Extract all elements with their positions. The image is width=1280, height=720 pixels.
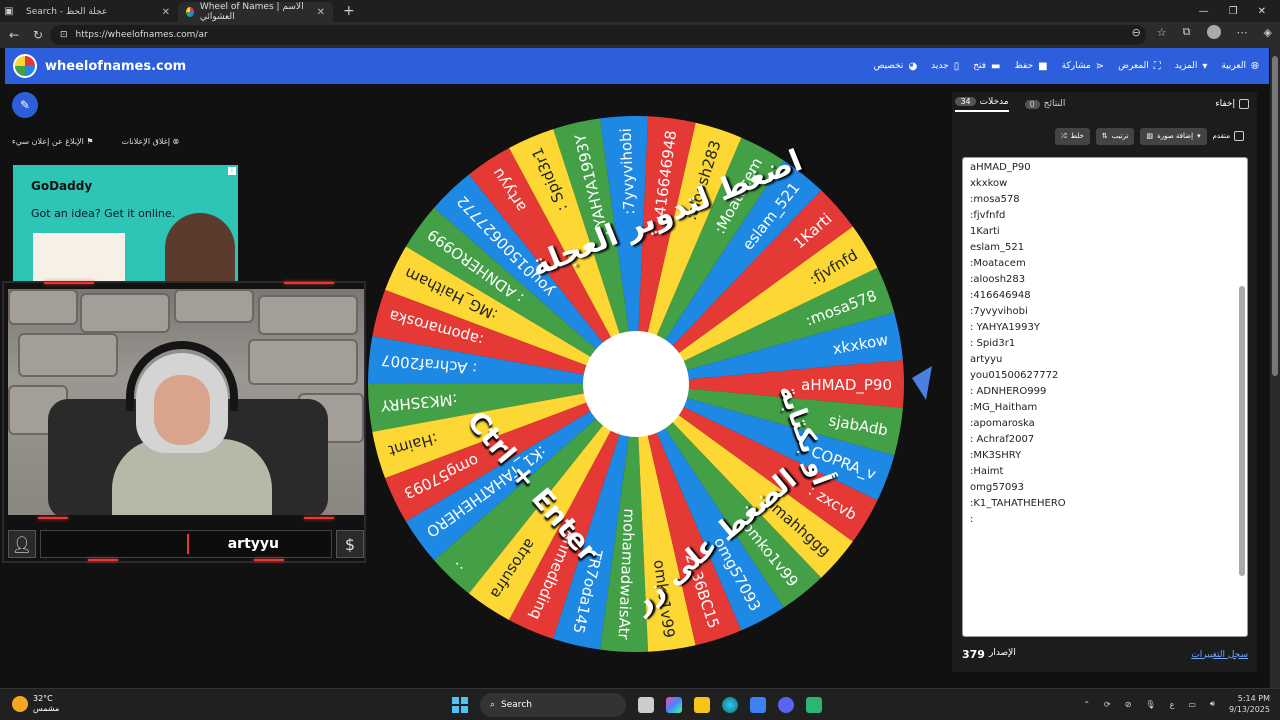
entry-line: :Haimt [970, 466, 1004, 477]
weather-widget[interactable]: 32°C مشمس [12, 694, 59, 714]
entry-line: : Achraf2007 [970, 434, 1035, 445]
version-number: 379 [962, 648, 985, 661]
entry-line: :mosa578 [970, 194, 1020, 205]
wheel-center-hub[interactable] [583, 331, 689, 437]
temperature: 32°C [33, 694, 53, 703]
file-explorer-icon[interactable] [694, 697, 710, 713]
entry-line: artyyu [970, 354, 1003, 365]
shuffle-label: خلط [1070, 132, 1084, 140]
advanced-checkbox[interactable] [1234, 131, 1244, 141]
results-tab-label: النتائج [1043, 99, 1066, 109]
sort-label: ترتيب [1111, 132, 1129, 140]
version-label: الإصدار [988, 648, 1016, 658]
wheel-pointer-icon [912, 366, 932, 400]
store-icon[interactable] [750, 697, 766, 713]
clock-date: 9/13/2025 [1228, 705, 1270, 714]
copilot-app-icon[interactable] [666, 697, 682, 713]
sort-icon: ⇅ [1101, 132, 1108, 140]
hide-checkbox[interactable] [1239, 99, 1249, 109]
entry-line: eslam_521 [970, 242, 1025, 253]
entry-line: omg57093 [970, 482, 1025, 493]
entries-scrollbar-thumb[interactable] [1239, 286, 1245, 576]
advanced-toggle[interactable]: متقدم [1213, 131, 1244, 141]
entry-line: : YAHYA1993Y [970, 322, 1040, 333]
entry-line: : ADNHERO999 [970, 386, 1047, 397]
microphone-icon[interactable]: 🎙︎ [1145, 700, 1155, 709]
weather-text: 32°C مشمس [33, 694, 59, 714]
wheel-slice-label: aHMAD_P90 [801, 376, 892, 395]
taskbar-clock[interactable]: 5:14 PM 9/13/2025 [1229, 693, 1270, 715]
entry-line: :apomaroska [970, 418, 1035, 429]
caret-down-icon: ▾ [1197, 132, 1201, 140]
entries-count-badge: 34 [955, 97, 976, 106]
discord-icon[interactable] [778, 697, 794, 713]
taskbar-search-label: Search [501, 700, 532, 710]
results-count-badge: 0 [1024, 99, 1040, 109]
tab-entries[interactable]: مدخلات 34 [955, 96, 1009, 112]
whatsapp-icon[interactable] [806, 697, 822, 713]
entry-line: :aloosh283 [970, 274, 1026, 285]
keyboard-language[interactable]: ع [1170, 700, 1175, 709]
image-icon: ▨ [1146, 132, 1154, 140]
edge-browser-icon[interactable] [722, 697, 738, 713]
entry-line: :MK3SHRY [970, 450, 1022, 461]
entries-tab-label: مدخلات [979, 96, 1009, 107]
shuffle-icon: ⤮ [1060, 131, 1067, 140]
task-view-icon[interactable] [638, 697, 654, 713]
entry-line: :K1_TAHATHEHERO [970, 498, 1066, 509]
entry-line: aHMAD_P90 [970, 162, 1031, 173]
taskbar-apps: ⌕ Search [452, 693, 822, 717]
display-icon[interactable]: ▭ [1188, 700, 1196, 709]
version-info: الإصدار 379 [962, 648, 1016, 661]
sort-button[interactable]: ترتيب ⇅ [1095, 127, 1135, 145]
entries-panel: إخفاء النتائج 0 مدخلات 34 متقدم ▾ إضافة صور… [952, 92, 1257, 672]
hide-label: إخفاء [1215, 99, 1235, 109]
entries-toolbar: متقدم ▾ إضافة صورة ▨ ترتيب ⇅ خلط ⤮ [964, 127, 1244, 145]
entry-line: you01500627772 [970, 370, 1059, 381]
changelog-link[interactable]: سجل التغييرات [1191, 650, 1248, 660]
search-icon: ⌕ [490, 700, 496, 710]
panel-footer: الإصدار 379 سجل التغييرات [962, 648, 1248, 661]
entry-line: :416646948 [970, 290, 1031, 301]
add-image-button[interactable]: ▾ إضافة صورة ▨ [1140, 127, 1207, 145]
sync-icon[interactable]: ⟳ [1104, 700, 1111, 709]
entries-textarea[interactable]: aHMAD_P90xkxkow :mosa578 :fjvfnfd 1Karti esl… [962, 157, 1248, 637]
sunny-weather-icon [12, 696, 28, 712]
entries-scrollbar[interactable] [1239, 160, 1245, 634]
show-hidden-icons[interactable]: ⌃ [1083, 700, 1090, 709]
advanced-label: متقدم [1212, 132, 1230, 140]
entry-line: :7yvyvihobi [970, 306, 1028, 317]
weather-condition: مشمس [33, 704, 60, 713]
taskbar-search[interactable]: ⌕ Search [480, 693, 626, 717]
panel-tabs: إخفاء النتائج 0 مدخلات 34 [952, 92, 1257, 116]
windows-taskbar: 32°C مشمس ⌕ Search ⌃ ⟳ ⊘ 🎙︎ ع ▭ 🔊︎ 5:14 PM… [0, 688, 1280, 720]
volume-icon[interactable]: 🔊︎ [1210, 699, 1215, 709]
entry-line: :fjvfnfd [970, 210, 1006, 221]
shuffle-button[interactable]: خلط ⤮ [1054, 127, 1090, 145]
add-image-label: إضافة صورة [1157, 132, 1194, 140]
entry-line: xkxkow [970, 178, 1008, 189]
entry-line: :MG_Haitham [970, 402, 1038, 413]
entry-line: : Spid3r1 [970, 338, 1016, 349]
system-tray: ⌃ ⟳ ⊘ 🎙︎ ع ▭ 🔊︎ 5:14 PM 9/13/2025 [1083, 693, 1270, 715]
windows-start-icon[interactable] [452, 697, 468, 713]
entry-line: 1Karti [970, 226, 1000, 237]
entry-line: : [970, 514, 974, 525]
network-off-icon[interactable]: ⊘ [1125, 700, 1132, 709]
clock-time: 5:14 PM [1237, 694, 1270, 703]
entry-line: :Moatacem [970, 258, 1026, 269]
tab-results[interactable]: النتائج 0 [1024, 99, 1066, 109]
hide-toggle[interactable]: إخفاء [1215, 99, 1249, 109]
